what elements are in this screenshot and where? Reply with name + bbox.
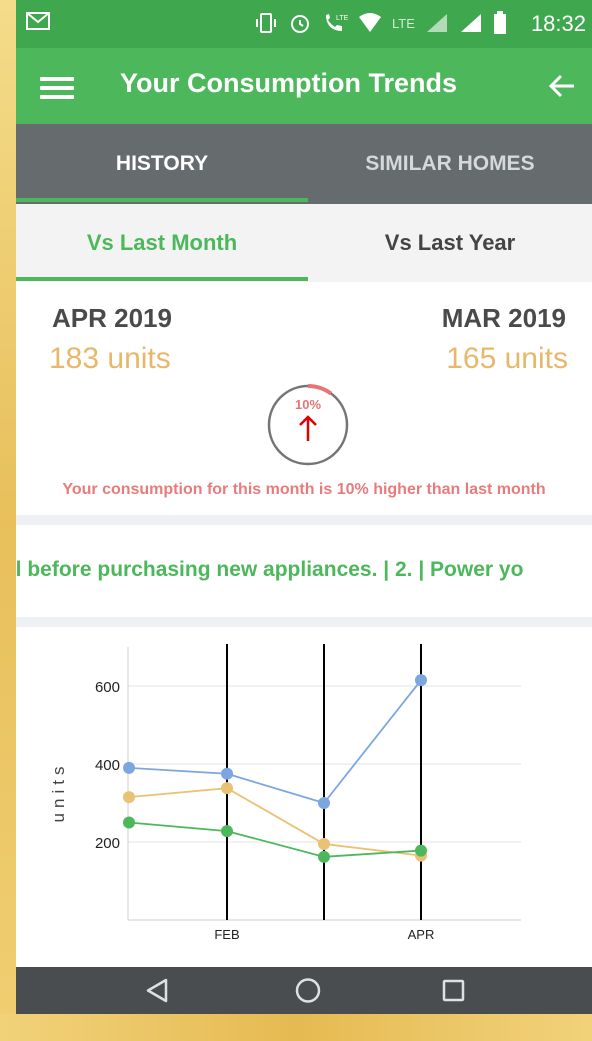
change-percent: 10% (294, 397, 322, 412)
tips-ticker: el before purchasing new appliances. | 2… (16, 558, 592, 594)
data-point (318, 797, 330, 809)
data-point (415, 844, 427, 857)
section-divider (16, 515, 592, 525)
previous-month: MAR 2019 (441, 303, 566, 333)
subtab-indicator (16, 277, 308, 281)
signal-icon-2 (460, 14, 481, 32)
section-divider-2 (16, 617, 592, 627)
lte-call-icon: LTE (326, 14, 348, 31)
data-point (123, 761, 135, 774)
system-nav-bar (16, 967, 592, 1014)
tab-indicator (16, 198, 308, 202)
app-bar: Your Consumption Trends (16, 48, 592, 124)
x-tick-label: FEB (214, 927, 239, 942)
tab-vs-last-month[interactable]: Vs Last Month (16, 204, 308, 282)
signal-icon (426, 14, 447, 32)
chart-labels: 200 400 600 FEB APR units (49, 679, 434, 942)
current-units: 183 units (49, 342, 171, 375)
data-point (221, 782, 233, 795)
phone-screen: LTE LTE 18:32 Your Consumption Trends HI… (16, 0, 592, 1014)
page-title: Your Consumption Trends (120, 68, 457, 98)
data-point (415, 674, 427, 687)
data-point (318, 850, 330, 863)
sub-tabs: Vs Last Month Vs Last Year (16, 204, 592, 282)
status-bar: LTE LTE 18:32 (16, 0, 592, 48)
alarm-icon (291, 15, 309, 33)
arrow-up-icon (299, 415, 317, 441)
consumption-chart: 200 400 600 FEB APR units (49, 644, 521, 942)
svg-text:LTE: LTE (336, 15, 348, 22)
background-frame-bottom (0, 1014, 592, 1041)
chart-series (123, 674, 427, 863)
data-point (123, 791, 135, 804)
series-line (128, 821, 422, 858)
current-month: APR 2019 (52, 303, 172, 333)
y-axis-label: units (49, 762, 68, 823)
series-line (128, 679, 422, 805)
home-circle-icon[interactable] (278, 967, 338, 1014)
data-point (221, 825, 233, 838)
data-point (318, 837, 330, 850)
wifi-icon (359, 13, 381, 32)
y-tick-label: 400 (95, 757, 120, 774)
tips-ticker-text: el before purchasing new appliances. | 2… (16, 558, 524, 581)
previous-units: 165 units (446, 342, 568, 375)
consumption-message: Your consumption for this month is 10% h… (62, 481, 546, 498)
y-tick-label: 600 (95, 679, 120, 696)
main-tabs: HISTORY SIMILAR HOMES (16, 124, 592, 204)
tab-similar-homes[interactable]: SIMILAR HOMES (308, 124, 592, 204)
status-time: 18:32 (530, 11, 586, 36)
status-icons: LTE LTE (254, 11, 507, 35)
x-tick-label: APR (408, 927, 435, 942)
tab-history[interactable]: HISTORY (16, 124, 308, 204)
arrow-left-icon[interactable] (546, 70, 578, 102)
vibrate-icon (256, 13, 276, 33)
back-triangle-icon[interactable] (128, 967, 188, 1014)
network-label: LTE (392, 15, 415, 31)
tab-vs-last-year[interactable]: Vs Last Year (308, 204, 592, 282)
background-frame (0, 0, 16, 1041)
y-tick-label: 200 (95, 835, 120, 852)
recents-square-icon[interactable] (424, 967, 484, 1014)
battery-icon (493, 11, 506, 34)
hamburger-menu-icon[interactable] (40, 77, 74, 99)
series-line (128, 787, 422, 857)
mail-icon (26, 12, 50, 30)
data-point (221, 767, 233, 780)
data-point (123, 816, 135, 829)
